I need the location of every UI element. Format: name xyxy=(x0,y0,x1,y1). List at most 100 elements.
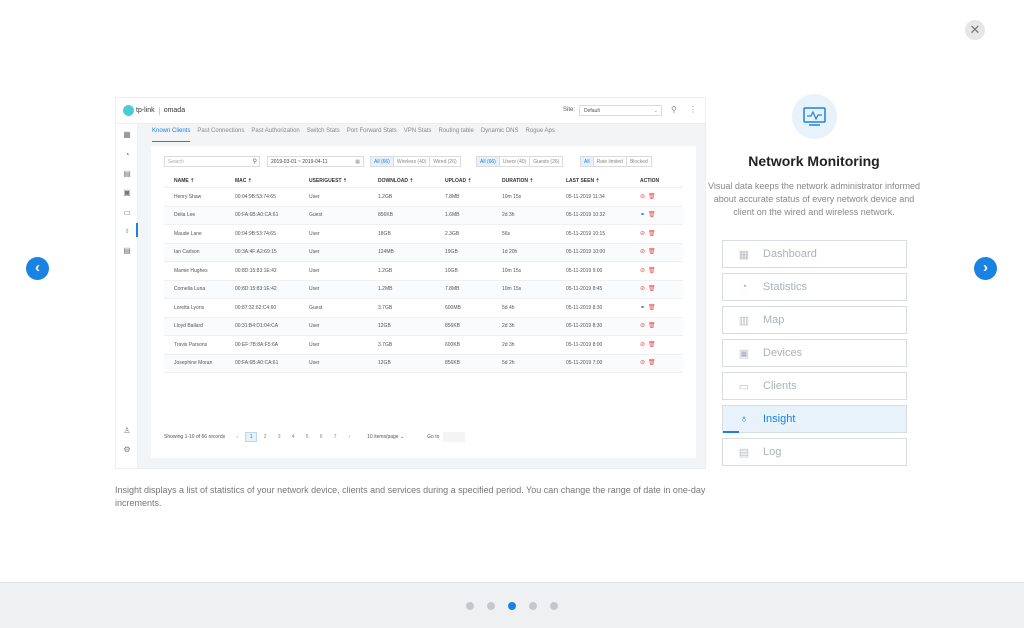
slide-dot-5[interactable] xyxy=(550,602,558,610)
delete-icon[interactable]: 🗑︎ xyxy=(648,341,656,348)
block-icon[interactable]: ⊘ xyxy=(640,342,645,348)
previous-slide-button[interactable]: ‹ xyxy=(26,257,49,280)
account-icon[interactable]: ♙ xyxy=(122,426,132,436)
tab-vpn-stats[interactable]: VPN Stats xyxy=(404,128,432,142)
page-button-4[interactable]: 4 xyxy=(287,432,299,442)
slide-dot-2[interactable] xyxy=(487,602,495,610)
next-slide-button[interactable]: › xyxy=(974,257,997,280)
filter-type-guests[interactable]: Guests (26) xyxy=(530,157,562,166)
cell-download: 12GB xyxy=(378,323,391,330)
delete-icon[interactable]: 🗑︎ xyxy=(648,360,656,366)
delete-icon[interactable]: 🗑︎ xyxy=(648,304,656,311)
filter-type-all[interactable]: All (66) xyxy=(477,157,500,166)
table-header: NAME ⇡ MAC ⇡ USER/GUEST ⇡ DOWNLOAD ⇡ UPL… xyxy=(164,178,683,188)
date-range-picker[interactable]: 2019-03-01 ~ 2019-04-11 ▦ xyxy=(267,156,364,167)
col-upload[interactable]: UPLOAD ⇡ xyxy=(445,178,502,187)
cell-download: 1.2MB xyxy=(378,286,393,293)
tab-routing-table[interactable]: Routing table xyxy=(438,128,473,142)
filter-status-blocked[interactable]: Blocked xyxy=(627,157,651,166)
filter-conn-wireless[interactable]: Wireless (40) xyxy=(394,157,431,166)
tab-port-forward-stats[interactable]: Port Forward Stats xyxy=(347,128,397,142)
col-mac[interactable]: MAC ⇡ xyxy=(235,178,309,187)
menu-item-insight[interactable]: ♁ Insight xyxy=(722,405,907,433)
tab-dynamic-dns[interactable]: Dynamic DNS xyxy=(481,128,519,142)
page-prev-button[interactable]: ‹ xyxy=(231,432,243,442)
link-icon[interactable]: ⚭ xyxy=(640,305,645,311)
page-button-3[interactable]: 3 xyxy=(273,432,285,442)
cell-duration: 2d 3h xyxy=(502,212,515,219)
menu-item-label: Statistics xyxy=(763,281,808,293)
filter-conn-all[interactable]: All (66) xyxy=(371,157,394,166)
cell-download: 1.2GB xyxy=(378,193,393,200)
more-icon[interactable]: ⋮ xyxy=(689,105,697,114)
col-name[interactable]: NAME ⇡ xyxy=(164,178,235,187)
goto-input[interactable] xyxy=(443,432,466,442)
filter-status-rate-limited[interactable]: Rate limited xyxy=(594,157,627,166)
delete-icon[interactable]: 🗑︎ xyxy=(648,230,656,237)
block-icon[interactable]: ⊘ xyxy=(640,249,645,255)
block-icon[interactable]: ⊘ xyxy=(640,268,645,274)
insight-tabs: Known Clients Past Connections Past Auth… xyxy=(152,128,562,142)
menu-item-map[interactable]: ▥ Map xyxy=(722,306,907,334)
filter-status-all[interactable]: All xyxy=(581,157,594,166)
link-icon[interactable]: ⚭ xyxy=(640,212,645,218)
col-user-guest[interactable]: USER/GUEST ⇡ xyxy=(309,178,378,187)
delete-icon[interactable]: 🗑︎ xyxy=(648,212,656,218)
menu-item-dashboard[interactable]: ▦ Dashboard xyxy=(722,240,907,268)
delete-icon[interactable]: 🗑︎ xyxy=(648,193,656,200)
dashboard-icon[interactable]: ▦ xyxy=(122,130,132,140)
settings-icon[interactable]: ⚙ xyxy=(122,445,132,455)
cell-download: 3.7GB xyxy=(378,304,393,311)
tab-past-authorization[interactable]: Past Authorization xyxy=(251,128,299,142)
delete-icon[interactable]: 🗑︎ xyxy=(648,249,656,255)
cell-mac: 00:3A:4F:A2:69:15 xyxy=(235,249,277,256)
lightbulb-icon[interactable]: ♁ xyxy=(122,226,132,236)
device-icon[interactable]: ▣ xyxy=(122,188,132,198)
delete-icon[interactable]: 🗑︎ xyxy=(648,323,656,329)
block-icon[interactable]: ⊘ xyxy=(640,360,645,366)
filter-type-users[interactable]: Users (40) xyxy=(500,157,531,166)
page-button-5[interactable]: 5 xyxy=(301,432,313,442)
clients-icon[interactable]: ▭ xyxy=(122,208,132,218)
block-icon[interactable]: ⊘ xyxy=(640,194,645,200)
delete-icon[interactable]: 🗑︎ xyxy=(648,286,656,292)
search-icon[interactable]: ⚲ xyxy=(671,105,677,114)
block-icon[interactable]: ⊘ xyxy=(640,286,645,292)
page-size-select[interactable]: 10 items/page ⌄ xyxy=(367,432,423,442)
delete-icon[interactable]: 🗑︎ xyxy=(648,267,656,274)
tab-rogue-aps[interactable]: Rogue Aps xyxy=(526,128,555,142)
slide-dot-4[interactable] xyxy=(529,602,537,610)
menu-item-statistics[interactable]: ◔ Statistics xyxy=(722,273,907,301)
log-icon[interactable]: ▤ xyxy=(122,246,132,256)
tab-known-clients[interactable]: Known Clients xyxy=(152,128,191,142)
close-button[interactable]: ✕ xyxy=(965,20,985,40)
filter-conn-wired[interactable]: Wired (26) xyxy=(430,157,459,166)
col-download[interactable]: DOWNLOAD ⇡ xyxy=(378,178,445,187)
page-next-button[interactable]: › xyxy=(343,432,355,442)
cell-type: User xyxy=(309,286,320,293)
cell-download: 124MB xyxy=(378,249,394,256)
site-select[interactable]: Default ⌄ xyxy=(579,105,662,116)
map-icon[interactable]: ▤ xyxy=(122,169,132,179)
slide-dot-3[interactable] xyxy=(508,602,516,610)
page-button-2[interactable]: 2 xyxy=(259,432,271,442)
slide-dot-1[interactable] xyxy=(466,602,474,610)
page-size-value: 10 items/page xyxy=(367,434,399,440)
page-button-6[interactable]: 6 xyxy=(315,432,327,442)
site-label: Site: xyxy=(563,107,576,113)
page-button-7[interactable]: 7 xyxy=(329,432,341,442)
menu-item-devices[interactable]: ▣ Devices xyxy=(722,339,907,367)
date-range-value: 2019-03-01 ~ 2019-04-11 xyxy=(271,159,328,165)
menu-item-label: Devices xyxy=(763,347,803,359)
pie-chart-icon[interactable]: ◔ xyxy=(122,150,132,160)
menu-item-log[interactable]: ▤ Log xyxy=(722,438,907,466)
page-button-1[interactable]: 1 xyxy=(245,432,258,442)
tab-past-connections[interactable]: Past Connections xyxy=(197,128,244,142)
menu-item-clients[interactable]: ▭ Clients xyxy=(722,372,907,400)
col-duration[interactable]: DURATION ⇡ xyxy=(502,178,566,187)
tab-switch-stats[interactable]: Switch Stats xyxy=(307,128,340,142)
block-icon[interactable]: ⊘ xyxy=(640,323,645,329)
col-last-seen[interactable]: LAST SEEN ⇡ xyxy=(566,178,640,187)
block-icon[interactable]: ⊘ xyxy=(640,231,645,237)
search-input[interactable]: Search ⚲ xyxy=(164,156,260,167)
